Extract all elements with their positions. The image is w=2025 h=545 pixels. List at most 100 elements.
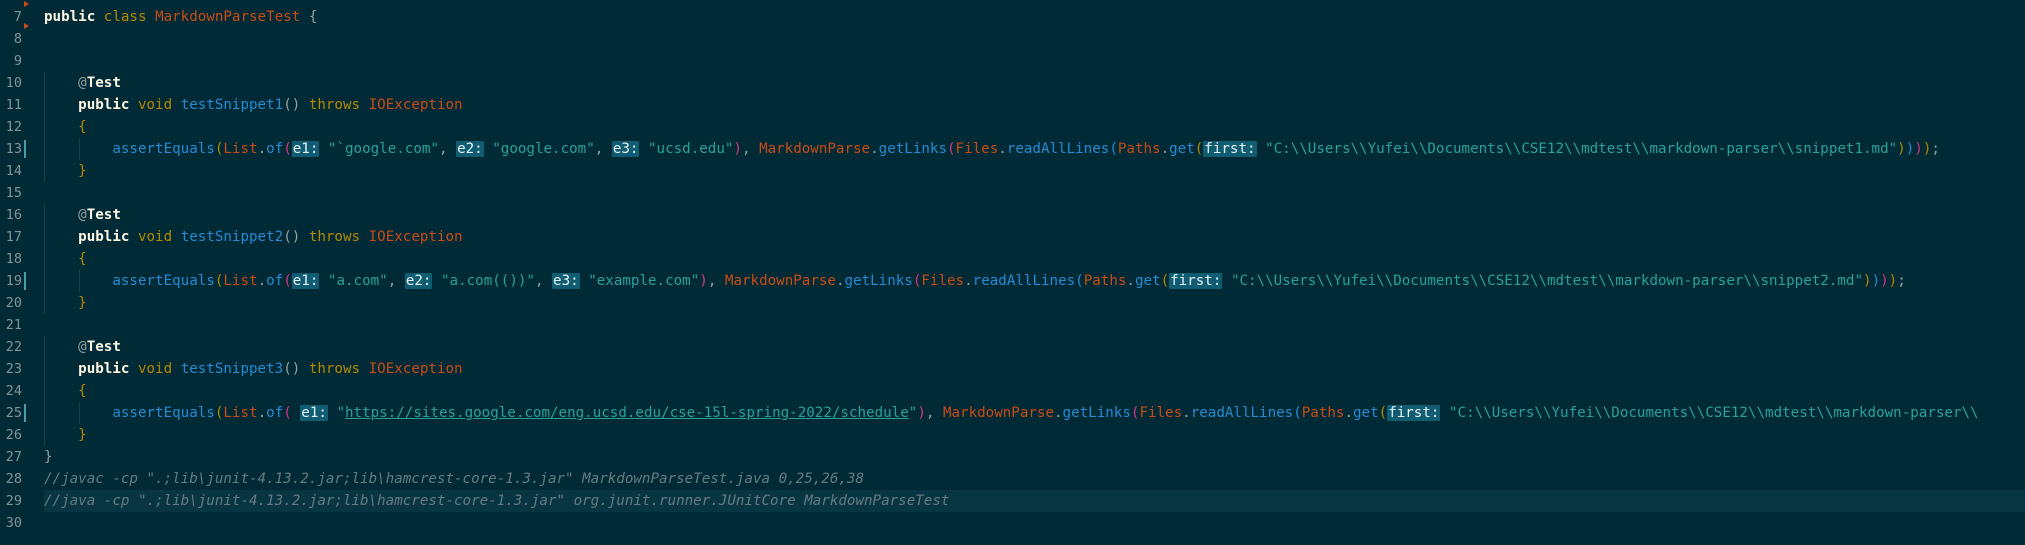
code-line-21[interactable]: 21 [0, 314, 2025, 336]
code-line-14[interactable]: 14 } [0, 160, 2025, 182]
code-token: "example.com" [588, 273, 700, 289]
code-token: void [137, 361, 173, 377]
code-editor[interactable]: 7 public class MarkdownParseTest {8 9 10 @T… [0, 0, 2025, 545]
code-text: @Test [44, 336, 121, 358]
code-token: . [257, 405, 267, 421]
code-line-16[interactable]: 16 @Test [0, 204, 2025, 226]
code-text: { [44, 380, 87, 402]
indent-guide [78, 138, 80, 160]
code-token: . [1126, 273, 1135, 289]
code-token: ( [1075, 273, 1084, 289]
code-token: throws [308, 229, 361, 245]
code-token: readAllLines [972, 273, 1076, 289]
code-token: . [1182, 405, 1191, 421]
code-token: //javac -cp ".;lib\junit-4.13.2.jar;lib\… [44, 471, 864, 487]
code-line-12[interactable]: 12 { [0, 116, 2025, 138]
code-token: testSnippet3 [180, 361, 284, 377]
code-token: List [223, 405, 258, 421]
code-line-28[interactable]: 28 //javac -cp ".;lib\junit-4.13.2.jar;li… [0, 468, 2025, 490]
code-line-22[interactable]: 22 @Test [0, 336, 2025, 358]
code-token: . [870, 141, 879, 157]
code-line-18[interactable]: 18 { [0, 248, 2025, 270]
code-token: get [1169, 141, 1195, 157]
line-number: 9 [13, 53, 22, 69]
code-token: Test [86, 75, 121, 91]
indent-guide [44, 116, 45, 138]
code-line-26[interactable]: 26 } [0, 424, 2025, 446]
code-token: ( [947, 141, 956, 157]
code-line-13[interactable]: 13 assertEquals(List.of(e1: "`google.com… [0, 138, 2025, 160]
line-number: 19 [5, 273, 22, 289]
code-token: Files [1139, 405, 1183, 421]
code-token: ) [699, 273, 708, 289]
line-number: 22 [5, 339, 22, 355]
code-line-27[interactable]: 27} [0, 446, 2025, 468]
code-token: ( [283, 141, 292, 157]
code-line-25[interactable]: 25 assertEquals(List.of( e1: "https://si… [0, 402, 2025, 424]
modified-line-marker [24, 272, 26, 290]
code-line-29[interactable]: 29 //java -cp ".;lib\junit-4.13.2.jar;lib… [0, 490, 2025, 512]
code-line-23[interactable]: 23 public void testSnippet3() throws IOE… [0, 358, 2025, 380]
code-line-19[interactable]: 19 assertEquals(List.of(e1: "a.com", e2:… [0, 270, 2025, 292]
indent-guide [44, 358, 45, 380]
code-line-17[interactable]: 17 public void testSnippet2() throws IOE… [0, 226, 2025, 248]
indent-guide [78, 270, 80, 292]
code-token: ) [1863, 273, 1872, 289]
code-text: } [44, 446, 53, 468]
code-token[interactable]: https://sites.google.com/eng.ucsd.edu/cs… [345, 405, 909, 421]
code-line-9[interactable]: 9 [0, 50, 2025, 72]
code-line-30[interactable]: 30 [0, 512, 2025, 534]
code-text: { [44, 248, 87, 270]
code-token: . [257, 273, 267, 289]
code-token: ( [1194, 141, 1204, 157]
code-token: () [283, 229, 309, 245]
code-token: , [707, 273, 725, 289]
indent-guide [44, 380, 45, 402]
code-token: } [78, 427, 87, 443]
modified-line-marker [24, 140, 26, 158]
code-line-8[interactable]: 8 [0, 28, 2025, 50]
line-number: 23 [5, 361, 22, 377]
code-token: . [1344, 405, 1354, 421]
inlay-hint: first: [1203, 141, 1257, 157]
code-token: "a.com" [327, 273, 388, 289]
code-line-7[interactable]: 7 public class MarkdownParseTest { [0, 6, 2025, 28]
code-token: , [387, 273, 405, 289]
code-line-10[interactable]: 10 @Test [0, 72, 2025, 94]
code-line-11[interactable]: 11 public void testSnippet1() throws IOE… [0, 94, 2025, 116]
code-token: . [257, 141, 267, 157]
code-token: { [78, 383, 87, 399]
code-token: ( [1109, 141, 1118, 157]
code-text: public void testSnippet1() throws IOExce… [44, 94, 462, 116]
code-token: throws [308, 97, 361, 113]
line-number: 15 [5, 185, 22, 201]
code-token: @ [78, 339, 87, 355]
code-token: "ucsd.edu" [648, 141, 734, 157]
inlay-hint: first: [1387, 405, 1441, 421]
code-text: public class MarkdownParseTest { [44, 6, 317, 28]
code-token: ) [1905, 141, 1915, 157]
code-line-24[interactable]: 24 { [0, 380, 2025, 402]
line-number: 11 [5, 97, 22, 113]
code-token: IOException [368, 229, 463, 245]
code-token: assertEquals [112, 141, 215, 157]
code-text: assertEquals(List.of(e1: "a.com", e2: "a… [44, 270, 1906, 292]
code-token: ) [917, 405, 926, 421]
code-token: , [594, 141, 612, 157]
code-token: "C:\\Users\\Yufei\\Documents\\CSE12\\mdt… [1230, 273, 1864, 289]
code-token: Paths [1083, 273, 1127, 289]
code-token: ( [1160, 273, 1170, 289]
code-line-15[interactable]: 15 [0, 182, 2025, 204]
code-token: Paths [1117, 141, 1161, 157]
code-line-20[interactable]: 20 } [0, 292, 2025, 314]
